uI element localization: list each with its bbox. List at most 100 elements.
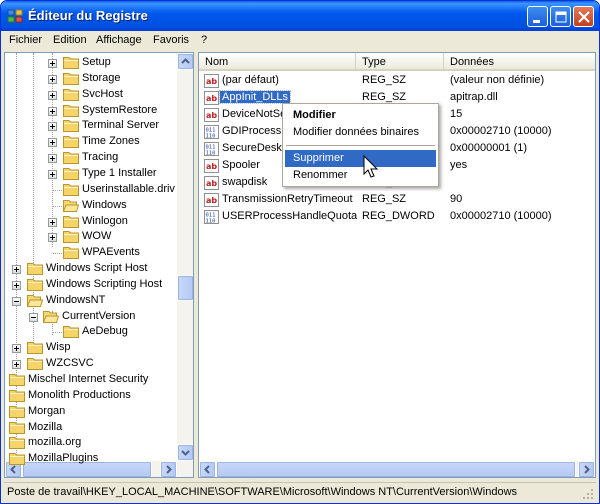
tree-node[interactable]: SvcHost [5, 87, 177, 103]
tree-node-label: Windows [82, 198, 127, 211]
expand-icon[interactable] [48, 138, 57, 148]
value-data: yes [450, 159, 468, 171]
expand-icon[interactable] [48, 90, 57, 100]
folder-icon [9, 436, 25, 450]
menu-edition[interactable]: Edition [53, 34, 87, 46]
string-value-icon: ab [204, 176, 219, 190]
list-horizontal-scrollbar[interactable] [199, 461, 595, 477]
expand-icon[interactable] [48, 169, 57, 179]
value-data: 90 [450, 193, 463, 205]
minimize-button[interactable] [527, 6, 548, 27]
menu-favoris[interactable]: Favoris [153, 34, 189, 46]
value-row[interactable]: 011 110 USERProcessHandleQuota REG_DWORD 0x0… [199, 209, 595, 225]
folder-icon [27, 262, 43, 276]
tree-node[interactable]: WindowsNT [5, 293, 177, 309]
regedit-icon [7, 9, 23, 23]
value-name: Spooler [222, 159, 260, 171]
tree-node[interactable]: Type 1 Installer [5, 166, 177, 182]
title-bar[interactable]: Éditeur du Registre [1, 1, 599, 31]
value-row[interactable]: ab TransmissionRetryTimeout REG_SZ 90 [199, 192, 595, 208]
expand-icon[interactable] [48, 217, 57, 227]
tree-node[interactable]: WZCSVC [5, 356, 177, 372]
tree-node-label: MozillaPlugins [28, 452, 99, 465]
tree-connector [53, 189, 62, 191]
resize-grip-icon[interactable] [582, 488, 594, 500]
close-icon [578, 11, 590, 23]
tree-node[interactable]: WOW [5, 229, 177, 245]
tree-node[interactable]: Monolith Productions [5, 388, 177, 404]
expand-icon[interactable] [48, 74, 57, 84]
value-type: REG_DWORD [362, 210, 435, 222]
ctx-delete[interactable]: Supprimer [285, 150, 436, 167]
scroll-thumb[interactable] [177, 275, 193, 301]
menu-fichier[interactable]: Fichier [9, 34, 42, 46]
folder-icon [9, 421, 25, 434]
tree-node[interactable]: CurrentVersion [5, 309, 177, 325]
ctx-rename[interactable]: Renommer [285, 167, 436, 184]
expand-icon[interactable] [48, 122, 57, 132]
binary-value-icon: 011 110 [204, 125, 219, 140]
tree-node-label: SvcHost [82, 87, 123, 100]
tree-node[interactable]: Windows Scripting Host [5, 277, 177, 293]
tree-node[interactable]: SystemRestore [5, 103, 177, 119]
folder-icon [63, 246, 79, 260]
maximize-button[interactable] [550, 6, 571, 27]
tree-node[interactable]: Tracing [5, 150, 177, 166]
tree-node[interactable]: MozillaPlugins [5, 451, 177, 467]
tree-node[interactable]: Setup [5, 55, 177, 71]
tree-node[interactable]: Userinstallable.driv [5, 182, 177, 198]
tree-node[interactable]: AeDebug [5, 324, 177, 340]
tree-node-label: Time Zones [82, 135, 140, 148]
list-header: Nom Type Données [199, 53, 595, 71]
collapse-icon[interactable] [29, 312, 38, 322]
collapse-icon[interactable] [12, 296, 21, 306]
tree-node[interactable]: Wisp [5, 340, 177, 356]
scroll-up-button[interactable] [177, 53, 193, 70]
expand-icon[interactable] [12, 344, 21, 354]
menu-bar: Fichier Edition Affichage Favoris ? [4, 31, 596, 50]
ctx-modify-binary[interactable]: Modifier données binaires [285, 124, 436, 141]
value-row[interactable]: ab (par défaut) REG_SZ (valeur non définie) [199, 73, 595, 89]
column-data[interactable]: Données [444, 53, 595, 71]
tree-node-label: Morgan [28, 404, 66, 417]
arrow-down-icon [181, 450, 190, 456]
menu-affichage[interactable]: Affichage [96, 34, 142, 46]
column-name[interactable]: Nom [199, 53, 356, 71]
scroll-down-button[interactable] [177, 444, 193, 461]
tree-node[interactable]: mozilla.org [5, 435, 177, 451]
expand-icon[interactable] [12, 265, 21, 275]
registry-tree[interactable]: Setup Storage SvcHost SystemRestore Terminal… [4, 52, 194, 478]
value-name: (par défaut) [222, 74, 279, 86]
value-name: AppInit_DLLs [218, 90, 292, 104]
expand-icon[interactable] [48, 233, 57, 243]
scroll-right-button[interactable] [578, 461, 595, 477]
tree-node[interactable]: Mozilla [5, 420, 177, 436]
string-value-icon: ab [204, 159, 219, 173]
tree-node[interactable]: WPAEvents [5, 245, 177, 261]
menu-help[interactable]: ? [201, 34, 207, 46]
expand-icon[interactable] [48, 106, 57, 116]
string-value-icon: ab [204, 108, 219, 122]
close-button[interactable] [573, 6, 594, 27]
expand-icon[interactable] [48, 154, 57, 164]
folder-icon [63, 88, 79, 101]
column-type[interactable]: Type [356, 53, 444, 71]
expand-icon[interactable] [12, 280, 21, 290]
ctx-modify[interactable]: Modifier [285, 107, 436, 124]
svg-text:110: 110 [206, 219, 216, 225]
tree-node-label: WindowsNT [46, 293, 106, 306]
tree-vertical-scrollbar[interactable] [177, 53, 193, 461]
tree-node[interactable]: Terminal Server [5, 118, 177, 134]
tree-node[interactable]: Time Zones [5, 134, 177, 150]
tree-node[interactable]: Winlogon [5, 214, 177, 230]
tree-node[interactable]: Mischel Internet Security [5, 372, 177, 388]
tree-node[interactable]: Storage [5, 71, 177, 87]
expand-icon[interactable] [12, 360, 21, 370]
expand-icon[interactable] [48, 59, 57, 68]
maximize-icon [555, 11, 567, 23]
scroll-left-button[interactable] [199, 461, 216, 477]
tree-node[interactable]: Windows [5, 198, 177, 214]
tree-node[interactable]: Morgan [5, 404, 177, 420]
tree-node[interactable]: Windows Script Host [5, 261, 177, 277]
scroll-thumb[interactable] [216, 461, 576, 477]
